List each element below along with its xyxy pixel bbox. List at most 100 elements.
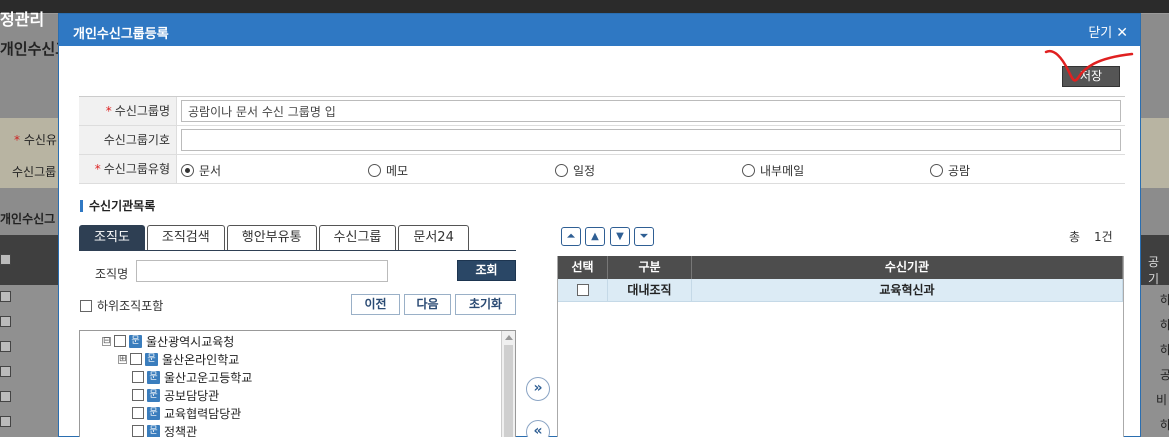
document-icon: 문: [147, 424, 160, 437]
group-type-radio-group: 문서 메모 일정 내부메일 공람: [181, 158, 1121, 180]
radio-circle: [930, 164, 943, 177]
required-mark: *: [94, 162, 101, 176]
group-type-label-text: 수신그룹유형: [103, 162, 170, 176]
row-org: 교육혁신과: [692, 279, 1123, 301]
background-checkbox: [0, 291, 11, 302]
scroll-thumb[interactable]: [504, 345, 513, 437]
tree-item[interactable]: ⊟ 문 울산광역시교육청: [102, 333, 234, 349]
reset-button[interactable]: 초기화: [455, 294, 516, 315]
tree-item[interactable]: ⊞ 문 울산온라인학교: [118, 351, 239, 367]
tab-org-search[interactable]: 조직검색: [146, 225, 225, 251]
group-name-label-text: 수신그룹명: [114, 104, 170, 118]
tree-item[interactable]: 문 울산고운고등학교: [132, 369, 252, 385]
background-brand: 정관리: [0, 10, 45, 29]
tree-checkbox[interactable]: [130, 353, 142, 365]
background-top-nav: [0, 0, 1169, 13]
modal-close-button[interactable]: 닫기 ✕: [1088, 22, 1128, 41]
form-row-group-code: 수신그룹기호: [79, 126, 1125, 155]
source-tabs: 조직도 조직검색 행안부유통 수신그룹 문서24: [79, 225, 471, 251]
group-type-field-cell: 문서 메모 일정 내부메일 공람: [177, 155, 1125, 183]
radio-type-internal-mail[interactable]: 내부메일: [742, 162, 804, 179]
move-down-icon[interactable]: ▼: [610, 227, 630, 246]
collapse-icon[interactable]: ⊟: [102, 336, 111, 346]
total-count: 총 1건: [1069, 228, 1113, 245]
red-annotation-mark: [1044, 49, 1134, 82]
document-icon: 문: [147, 406, 160, 420]
document-icon: 문: [147, 370, 160, 384]
modal-header: 개인수신그룹등록 닫기 ✕: [59, 14, 1140, 46]
group-code-field-cell: [177, 126, 1125, 154]
row-checkbox[interactable]: [576, 284, 589, 296]
search-button[interactable]: 조회: [457, 260, 516, 281]
group-type-label: * 수신그룹유형: [79, 155, 177, 183]
tree-item[interactable]: 문 공보담당관: [132, 387, 219, 403]
background-checkbox: [0, 416, 11, 427]
next-button[interactable]: 다음: [404, 294, 451, 315]
tab-doc24[interactable]: 문서24: [398, 225, 469, 251]
close-icon: ✕: [1116, 25, 1128, 41]
move-top-icon[interactable]: ⏶: [561, 227, 581, 246]
group-code-input[interactable]: [181, 129, 1121, 151]
document-icon: 문: [129, 334, 142, 348]
required-mark: *: [105, 104, 112, 118]
radio-label: 공람: [948, 164, 971, 178]
group-code-label: 수신그룹기호: [79, 126, 177, 154]
background-checkbox: [0, 391, 11, 402]
radio-type-memo[interactable]: 메모: [368, 162, 408, 179]
radio-circle: [181, 164, 194, 177]
tree-item-label: 정책관: [164, 424, 198, 437]
background-cell: 하: [1160, 343, 1169, 357]
org-name-label: 조직명: [95, 267, 129, 281]
radio-type-circulation[interactable]: 공람: [930, 162, 970, 179]
scroll-up-icon[interactable]: [505, 335, 513, 340]
tab-underline: [79, 250, 516, 251]
tree-item[interactable]: 문 정책관: [132, 423, 197, 437]
expand-icon[interactable]: ⊞: [118, 354, 127, 364]
background-checkbox: [0, 254, 11, 265]
tab-ministry-distribution[interactable]: 행안부유통: [226, 225, 317, 251]
background-checkbox: [0, 341, 11, 352]
modal-title: 개인수신그룹등록: [73, 27, 169, 42]
radio-label: 문서: [199, 164, 222, 178]
group-register-modal: 개인수신그룹등록 닫기✕ 저장 *수신그룹명 수신그룹기호 *수신그룹유형 문서…: [58, 13, 1141, 437]
tab-org-chart[interactable]: 조직도: [79, 225, 145, 251]
tree-checkbox[interactable]: [132, 425, 144, 437]
org-tree: ⊟ 문 울산광역시교육청 ⊞ 문 울산온라인학교 문 울산고운고등학교 문 공보담당관 문교…: [79, 330, 516, 437]
background-checkbox: [0, 366, 11, 377]
grid-header-select: 선택: [558, 256, 608, 279]
remove-org-button[interactable]: «: [526, 420, 550, 437]
background-head-cell: 공기: [1148, 255, 1160, 286]
move-up-icon[interactable]: ▲: [585, 227, 605, 246]
row-type: 대내조직: [608, 279, 692, 301]
add-org-button[interactable]: »: [526, 377, 550, 401]
background-form-label: 수신그룹: [12, 165, 57, 179]
tab-receive-group[interactable]: 수신그룹: [318, 225, 397, 251]
group-name-field-cell: [177, 97, 1125, 125]
background-cell: 비: [1156, 393, 1168, 407]
total-value: 1건: [1094, 230, 1113, 244]
radio-label: 메모: [386, 164, 409, 178]
tree-item-label: 울산광역시교육청: [146, 334, 235, 349]
tree-scrollbar[interactable]: [501, 331, 515, 437]
radio-label: 일정: [573, 164, 596, 178]
radio-type-schedule[interactable]: 일정: [555, 162, 595, 179]
include-sub-org-checkbox[interactable]: 하위조직포함: [80, 297, 163, 314]
org-name-input[interactable]: [136, 260, 388, 282]
move-bottom-icon[interactable]: ⏷: [634, 227, 654, 246]
tree-checkbox[interactable]: [132, 389, 144, 401]
tree-item-label: 울산고운고등학교: [164, 370, 253, 385]
tree-item[interactable]: 문 교육협력담당관: [132, 405, 241, 421]
table-row[interactable]: 대내조직 교육혁신과: [558, 279, 1123, 302]
prev-button[interactable]: 이전: [351, 294, 400, 315]
radio-circle: [555, 164, 568, 177]
radio-type-document[interactable]: 문서: [181, 162, 221, 179]
tree-checkbox[interactable]: [114, 335, 126, 347]
grid-header: 선택 구분 수신기관: [558, 256, 1123, 279]
row-select-cell: [558, 279, 608, 301]
tree-checkbox[interactable]: [132, 407, 144, 419]
background-form-label: 수신유: [14, 131, 57, 148]
tree-checkbox[interactable]: [132, 371, 144, 383]
background-cell: 공: [1160, 368, 1169, 382]
group-name-input[interactable]: [181, 100, 1121, 122]
group-form: *수신그룹명 수신그룹기호 *수신그룹유형 문서 메모 일정 내부메일 공람: [79, 96, 1125, 184]
